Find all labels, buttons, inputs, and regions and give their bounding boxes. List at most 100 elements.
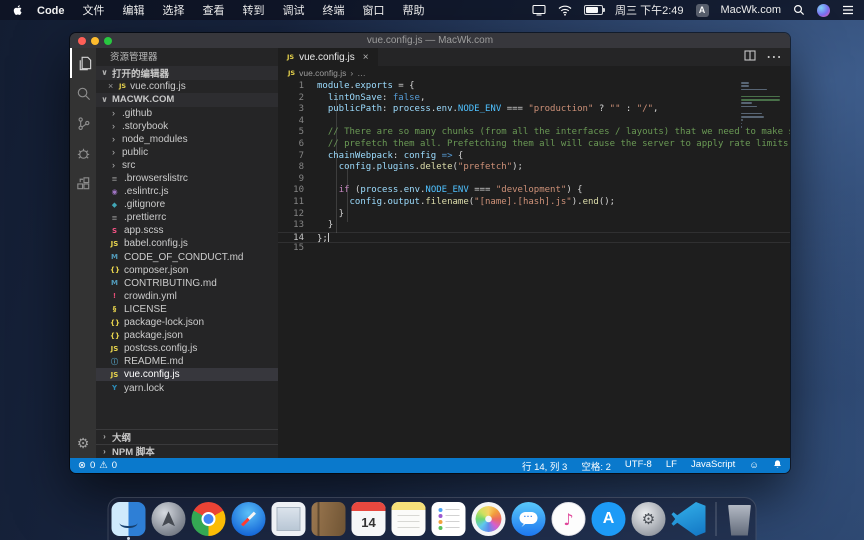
battery-icon[interactable] xyxy=(584,5,603,15)
breadcrumb[interactable]: JS vue.config.js › … xyxy=(278,66,790,79)
menu-bar-clock[interactable]: 周三 下午2:49 xyxy=(615,2,683,18)
file-babel.config.js[interactable]: JSbabel.config.js xyxy=(96,237,278,250)
file-package.json[interactable]: {}package.json xyxy=(96,329,278,342)
errors-icon[interactable]: ⊗ xyxy=(78,460,86,471)
file-yarn.lock[interactable]: Yyarn.lock xyxy=(96,381,278,394)
code-line-5[interactable]: 5 // There are so many chunks (from all … xyxy=(278,127,790,139)
code-line-12[interactable]: 12 } xyxy=(278,209,790,221)
close-editor-icon[interactable]: × xyxy=(108,81,115,91)
menu-item-7[interactable]: 终端 xyxy=(314,5,354,17)
outline-section[interactable]: › 大纲 xyxy=(96,429,278,444)
status-item-2[interactable]: UTF-8 xyxy=(625,459,652,473)
folder-.github[interactable]: ›.github xyxy=(96,107,278,120)
menu-item-0[interactable]: Code xyxy=(28,5,74,17)
code-line-9[interactable]: 9 xyxy=(278,174,790,186)
code-line-15[interactable]: 15 xyxy=(278,243,790,255)
spotlight-search-icon[interactable] xyxy=(793,4,805,16)
dock-chrome-icon[interactable] xyxy=(192,502,226,536)
code-line-10[interactable]: 10 if (process.env.NODE_ENV === "develop… xyxy=(278,185,790,197)
file-composer.json[interactable]: {}composer.json xyxy=(96,264,278,277)
code-line-3[interactable]: 3 publicPath: process.env.NODE_ENV === "… xyxy=(278,104,790,116)
menu-item-1[interactable]: 文件 xyxy=(74,5,114,17)
code-line-7[interactable]: 7 chainWebpack: config => { xyxy=(278,151,790,163)
manage-gear-icon[interactable]: ⚙ xyxy=(70,435,96,452)
extensions-icon[interactable] xyxy=(70,168,96,198)
code-line-4[interactable]: 4 xyxy=(278,116,790,128)
code-line-6[interactable]: 6 // prefetch them all. Prefetching them… xyxy=(278,139,790,151)
split-editor-icon[interactable] xyxy=(744,48,756,66)
dock-contacts-icon[interactable] xyxy=(312,502,346,536)
status-item-0[interactable]: 行 14, 列 3 xyxy=(522,459,567,473)
dock-messages-icon[interactable]: ··· xyxy=(512,502,546,536)
menu-item-4[interactable]: 查看 xyxy=(194,5,234,17)
warnings-icon[interactable]: ⚠ xyxy=(99,460,108,471)
status-item-1[interactable]: 空格: 2 xyxy=(581,459,611,473)
file-vue.config.js[interactable]: JSvue.config.js xyxy=(96,368,278,381)
code-area[interactable]: 1module.exports = {2 lintOnSave: false,3… xyxy=(278,79,790,458)
code-line-2[interactable]: 2 lintOnSave: false, xyxy=(278,93,790,105)
menu-bar-account[interactable]: MacWk.com xyxy=(721,4,782,16)
dock-launchpad-icon[interactable] xyxy=(152,502,186,536)
dock-vscode-icon[interactable] xyxy=(672,502,706,536)
notification-center-icon[interactable] xyxy=(842,5,854,15)
dock-itunes-icon[interactable]: ♪ xyxy=(552,502,586,536)
code-line-1[interactable]: 1module.exports = { xyxy=(278,81,790,93)
menu-item-5[interactable]: 转到 xyxy=(234,5,274,17)
close-window-button[interactable] xyxy=(78,37,86,45)
status-item-3[interactable]: LF xyxy=(666,459,677,473)
status-item-4[interactable]: JavaScript xyxy=(691,459,735,473)
close-tab-icon[interactable]: × xyxy=(363,52,369,63)
folder-node_modules[interactable]: ›node_modules xyxy=(96,133,278,146)
siri-icon[interactable] xyxy=(817,4,830,17)
file-.prettierrc[interactable]: ≡.prettierrc xyxy=(96,211,278,224)
zoom-window-button[interactable] xyxy=(104,37,112,45)
search-icon[interactable] xyxy=(70,78,96,108)
folder-public[interactable]: ›public xyxy=(96,146,278,159)
breadcrumb-file[interactable]: vue.config.js xyxy=(299,68,346,78)
warnings-count[interactable]: 0 xyxy=(112,460,117,471)
file-.browserslistrc[interactable]: ≡.browserslistrc xyxy=(96,172,278,185)
code-line-14[interactable]: 14}; xyxy=(278,232,790,244)
file-package-lock.json[interactable]: {}package-lock.json xyxy=(96,316,278,329)
dock-safari-icon[interactable] xyxy=(232,502,266,536)
project-section[interactable]: ∨ MACWK.COM xyxy=(96,93,278,107)
dock-mail-icon[interactable] xyxy=(272,502,306,536)
menu-item-3[interactable]: 选择 xyxy=(154,5,194,17)
more-actions-icon[interactable]: ⋯ xyxy=(766,47,782,67)
menu-item-8[interactable]: 窗口 xyxy=(354,5,394,17)
file-README.md[interactable]: ⓘREADME.md xyxy=(96,355,278,368)
wifi-icon[interactable] xyxy=(558,5,572,16)
notifications-bell-icon[interactable] xyxy=(773,459,782,472)
debug-icon[interactable] xyxy=(70,138,96,168)
code-line-13[interactable]: 13 } xyxy=(278,220,790,232)
errors-count[interactable]: 0 xyxy=(90,460,95,471)
apple-menu-icon[interactable] xyxy=(12,3,24,17)
npm-scripts-section[interactable]: › NPM 脚本 xyxy=(96,444,278,459)
dock-trash-icon[interactable] xyxy=(727,505,753,536)
file-app.scss[interactable]: Sapp.scss xyxy=(96,224,278,237)
feedback-smiley-icon[interactable]: ☺ xyxy=(749,460,759,471)
screen-mirroring-icon[interactable] xyxy=(532,4,546,16)
dock-preferences-icon[interactable]: ⚙ xyxy=(632,502,666,536)
window-title-bar[interactable]: vue.config.js — MacWk.com xyxy=(70,33,790,48)
folder-src[interactable]: ›src xyxy=(96,159,278,172)
minimize-window-button[interactable] xyxy=(91,37,99,45)
folder-.storybook[interactable]: ›.storybook xyxy=(96,120,278,133)
open-editors-section[interactable]: ∨ 打开的编辑器 xyxy=(96,66,278,80)
tab-vue-config-js[interactable]: JS vue.config.js × xyxy=(278,48,378,66)
file-CODE_OF_CONDUCT.md[interactable]: MCODE_OF_CONDUCT.md xyxy=(96,251,278,264)
file-crowdin.yml[interactable]: !crowdin.yml xyxy=(96,290,278,303)
menu-item-6[interactable]: 调试 xyxy=(274,5,314,17)
dock-notes-icon[interactable] xyxy=(392,502,426,536)
source-control-icon[interactable] xyxy=(70,108,96,138)
menu-item-2[interactable]: 编辑 xyxy=(114,5,154,17)
file-CONTRIBUTING.md[interactable]: MCONTRIBUTING.md xyxy=(96,277,278,290)
file-postcss.config.js[interactable]: JSpostcss.config.js xyxy=(96,342,278,355)
input-method-icon[interactable]: A xyxy=(696,4,709,17)
dock-reminders-icon[interactable] xyxy=(432,502,466,536)
dock-photos-icon[interactable] xyxy=(472,502,506,536)
dock-finder-icon[interactable] xyxy=(112,502,146,536)
code-line-8[interactable]: 8 config.plugins.delete("prefetch"); xyxy=(278,162,790,174)
breadcrumb-symbol[interactable]: … xyxy=(357,68,366,78)
dock-appstore-icon[interactable]: A xyxy=(592,502,626,536)
